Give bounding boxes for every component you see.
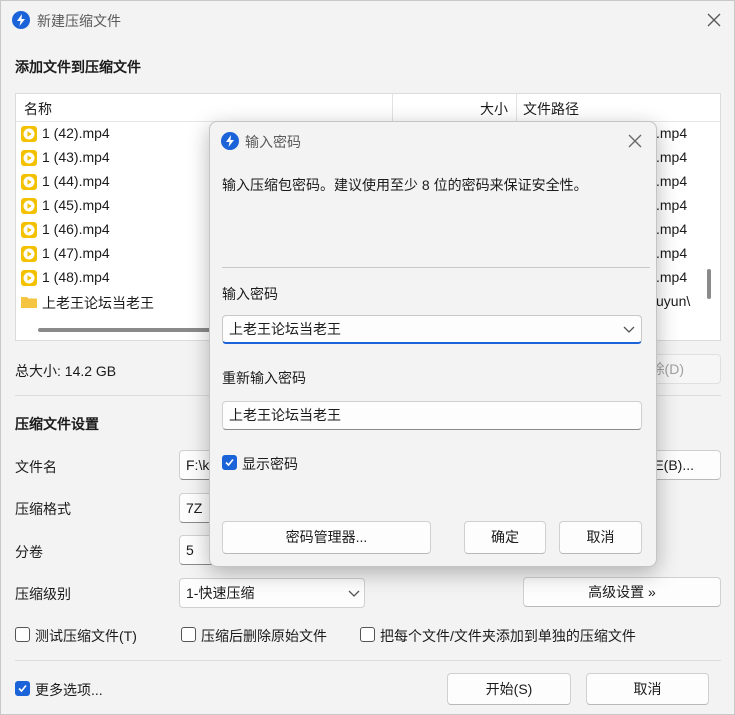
- column-path[interactable]: 文件路径: [523, 99, 579, 119]
- delete-after-checkbox[interactable]: [181, 627, 196, 642]
- video-file-icon: [21, 246, 37, 262]
- column-name[interactable]: 名称: [24, 99, 52, 119]
- test-archive-checkbox[interactable]: [15, 627, 30, 642]
- dialog-description: 输入压缩包密码。建议使用至少 8 位的密码来保证安全性。: [222, 177, 588, 193]
- divider: [222, 267, 650, 268]
- file-name: 上老王论坛当老王: [42, 295, 154, 311]
- dialog-title: 输入密码: [245, 134, 301, 150]
- chevron-down-icon[interactable]: [623, 326, 635, 334]
- show-password-checkbox[interactable]: [222, 455, 237, 470]
- column-size[interactable]: 大小: [480, 99, 508, 119]
- dialog-close-icon[interactable]: [623, 129, 647, 153]
- file-name: 1 (47).mp4: [42, 245, 110, 261]
- video-file-icon: [21, 270, 37, 286]
- video-file-icon: [21, 198, 37, 214]
- more-options-label[interactable]: 更多选项...: [35, 680, 103, 700]
- folder-icon: [21, 297, 37, 308]
- separate-archives-checkbox[interactable]: [360, 627, 375, 642]
- main-cancel-button[interactable]: 取消: [586, 673, 709, 705]
- password-manager-button[interactable]: 密码管理器...: [222, 521, 431, 554]
- advanced-settings-button[interactable]: 高级设置 »: [523, 577, 721, 607]
- file-name: 1 (42).mp4: [42, 125, 110, 141]
- list-header: 名称 大小 文件路径: [16, 94, 720, 122]
- ok-button[interactable]: 确定: [464, 521, 546, 554]
- file-path: .mp4: [656, 221, 688, 237]
- file-path: .mp4: [656, 245, 688, 261]
- checkmark-icon: [18, 684, 27, 693]
- add-files-heading: 添加文件到压缩文件: [15, 59, 141, 75]
- video-file-icon: [21, 126, 37, 142]
- file-path: .mp4: [656, 197, 688, 213]
- file-path: .mp4: [656, 125, 688, 141]
- repeat-password-label: 重新输入密码: [222, 370, 306, 386]
- chevron-down-icon: [348, 590, 360, 597]
- file-name: 1 (44).mp4: [42, 173, 110, 189]
- file-path: .mp4: [656, 149, 688, 165]
- level-select[interactable]: 1-快速压缩: [179, 578, 365, 608]
- file-name: 1 (46).mp4: [42, 221, 110, 237]
- close-icon[interactable]: [702, 8, 726, 32]
- window-title: 新建压缩文件: [37, 13, 121, 29]
- file-path: .mp4: [656, 269, 688, 285]
- file-path: .mp4: [656, 173, 688, 189]
- split-label: 分卷: [15, 544, 43, 560]
- more-options-checkbox[interactable]: [15, 681, 30, 696]
- app-logo-icon: [12, 11, 30, 29]
- password-input[interactable]: 上老王论坛当老王: [222, 315, 642, 344]
- app-logo-icon: [221, 132, 239, 150]
- separate-archives-label[interactable]: 把每个文件/文件夹添加到单独的压缩文件: [380, 626, 636, 646]
- delete-after-label[interactable]: 压缩后删除原始文件: [201, 626, 327, 646]
- settings-heading: 压缩文件设置: [15, 416, 99, 432]
- test-archive-label[interactable]: 测试压缩文件(T): [35, 626, 137, 646]
- level-select-value: 1-快速压缩: [186, 585, 255, 601]
- video-file-icon: [21, 150, 37, 166]
- column-separator: [516, 94, 517, 122]
- column-separator: [392, 94, 393, 122]
- file-name: 1 (43).mp4: [42, 149, 110, 165]
- password-value: 上老王论坛当老王: [229, 321, 341, 337]
- file-path: uyun\: [656, 293, 691, 309]
- password-dialog: 输入密码 输入压缩包密码。建议使用至少 8 位的密码来保证安全性。 输入密码 上…: [209, 121, 657, 567]
- divider: [15, 660, 721, 661]
- checkmark-icon: [225, 458, 234, 467]
- start-button[interactable]: 开始(S): [447, 673, 571, 705]
- format-label: 压缩格式: [15, 501, 71, 517]
- filename-label: 文件名: [15, 459, 57, 475]
- repeat-password-input[interactable]: 上老王论坛当老王: [222, 401, 642, 430]
- level-label: 压缩级别: [15, 586, 71, 602]
- show-password-label[interactable]: 显示密码: [242, 454, 298, 474]
- video-file-icon: [21, 222, 37, 238]
- total-size: 总大小: 14.2 GB: [15, 363, 117, 379]
- file-name: 1 (45).mp4: [42, 197, 110, 213]
- video-file-icon: [21, 174, 37, 190]
- password-label: 输入密码: [222, 286, 278, 302]
- dialog-cancel-button[interactable]: 取消: [559, 521, 642, 554]
- vertical-scrollbar[interactable]: [707, 269, 711, 299]
- file-name: 1 (48).mp4: [42, 269, 110, 285]
- title-bar: 新建压缩文件: [1, 1, 735, 39]
